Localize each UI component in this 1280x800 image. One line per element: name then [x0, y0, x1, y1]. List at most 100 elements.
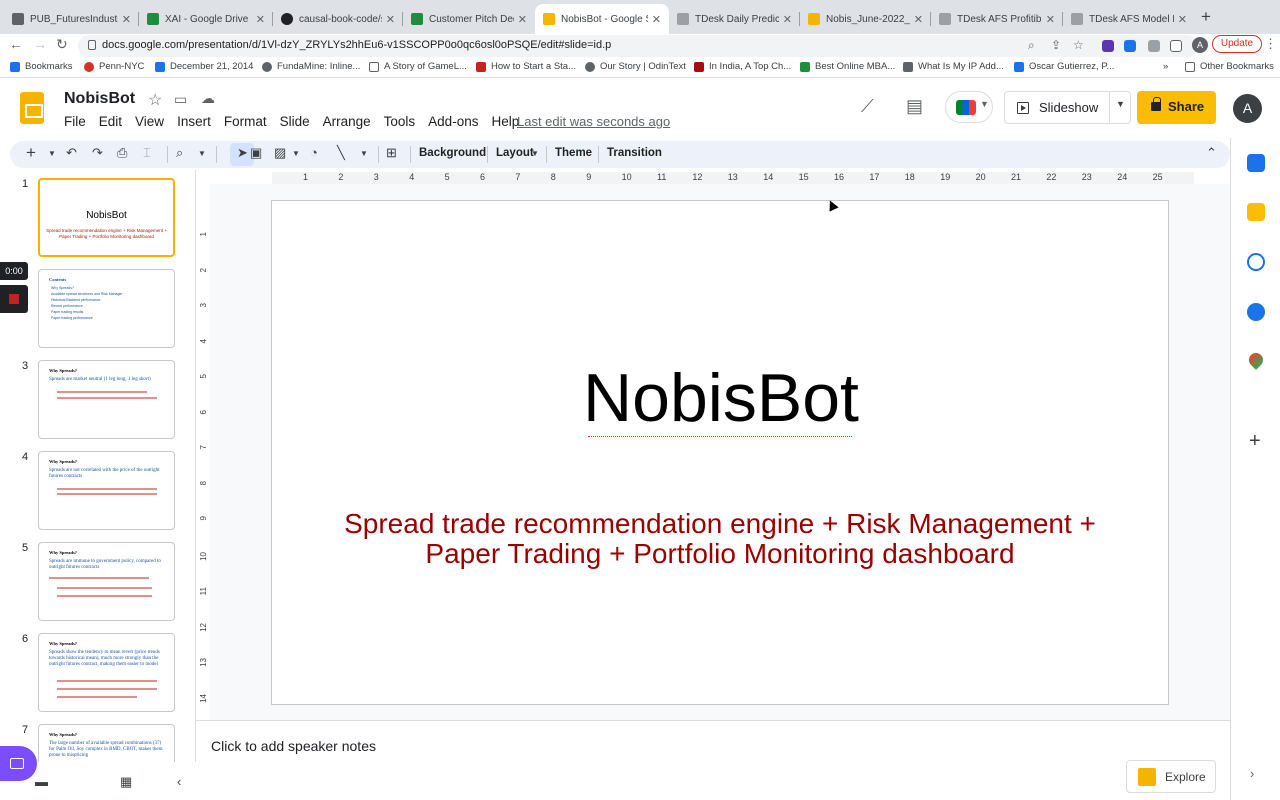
sidebar-icon[interactable] — [1170, 40, 1182, 52]
redo-icon[interactable]: ↷ — [92, 145, 103, 161]
chevron-down-icon[interactable]: ▼ — [48, 149, 56, 158]
last-edit-link[interactable]: Last edit was seconds ago — [517, 114, 670, 129]
chevron-down-icon[interactable]: ▼ — [292, 149, 300, 158]
browser-tab[interactable]: TDesk Daily Predictio✕ — [669, 4, 800, 34]
browser-tab[interactable]: PUB_FuturesIndustry ✕ — [4, 4, 139, 34]
close-tab-icon[interactable]: ✕ — [783, 13, 792, 26]
menu-addons[interactable]: Add-ons — [428, 114, 478, 129]
close-tab-icon[interactable]: ✕ — [1178, 13, 1187, 26]
slide-editor[interactable]: NobisBot Spread trade recommendation eng… — [271, 200, 1169, 705]
close-tab-icon[interactable]: ✕ — [518, 13, 527, 26]
document-title[interactable]: NobisBot — [64, 90, 135, 108]
background-button[interactable]: Background — [419, 147, 486, 159]
browser-tab[interactable]: Nobis_June-2022_P ✕ — [800, 4, 931, 34]
hide-side-panel-icon[interactable]: › — [1250, 766, 1254, 781]
other-bookmarks[interactable]: Other Bookmarks — [1185, 61, 1274, 72]
bookmark-item[interactable]: How to Start a Sta... — [476, 61, 576, 72]
slide-thumbnail[interactable]: NobisBot Spread trade recommendation eng… — [38, 178, 175, 257]
bookmark-item[interactable]: Best Online MBA... — [800, 61, 895, 72]
text-box-icon[interactable]: ▣ — [250, 145, 262, 161]
slide-thumbnail[interactable]: Why Spreads? Spreads are not correlated … — [38, 451, 175, 530]
slide-thumbnail[interactable]: Contents Why Spreads? Available spread s… — [38, 269, 175, 348]
chevron-down-icon[interactable]: ▼ — [531, 149, 539, 158]
undo-icon[interactable]: ↶ — [66, 145, 77, 161]
cloud-status-icon[interactable]: ☁ — [201, 90, 215, 107]
print-icon[interactable]: ⎙ — [117, 145, 127, 161]
browser-tab[interactable]: TDesk AFS Model Ex✕ — [1063, 4, 1195, 34]
close-tab-icon[interactable]: ✕ — [1046, 13, 1055, 26]
menu-arrange[interactable]: Arrange — [323, 114, 371, 129]
browser-tab[interactable]: XAI - Google Drive ✕ — [139, 4, 273, 34]
url-text[interactable]: docs.google.com/presentation/d/1Vl-dzY_Z… — [102, 39, 611, 51]
calendar-icon[interactable] — [1247, 154, 1265, 172]
close-tab-icon[interactable]: ✕ — [914, 13, 923, 26]
forward-icon[interactable]: → — [33, 36, 47, 52]
chevron-down-icon[interactable]: ▼ — [360, 149, 368, 158]
menu-help[interactable]: Help — [491, 114, 519, 129]
bookmark-item[interactable]: Oscar Gutierrez, P... — [1014, 61, 1114, 72]
slide-title[interactable]: NobisBot — [272, 359, 1170, 437]
slideshow-dropdown-icon[interactable]: ▼ — [1116, 99, 1125, 109]
contacts-icon[interactable] — [1247, 303, 1265, 321]
extension-icon[interactable] — [1102, 40, 1114, 52]
menu-slide[interactable]: Slide — [280, 114, 310, 129]
speaker-notes-placeholder[interactable]: Click to add speaker notes — [211, 738, 376, 754]
activity-trend-icon[interactable]: ⟋ — [861, 96, 874, 117]
close-tab-icon[interactable]: ✕ — [652, 13, 661, 26]
avatar[interactable]: A — [1233, 94, 1262, 123]
back-icon[interactable]: ← — [9, 36, 23, 52]
line-icon[interactable]: ╲ — [337, 145, 345, 161]
move-folder-icon[interactable]: ▭ — [174, 91, 187, 108]
extensions-puzzle-icon[interactable] — [1148, 40, 1160, 52]
tasks-icon[interactable] — [1247, 253, 1265, 271]
chevron-down-icon[interactable]: ▼ — [198, 149, 206, 158]
image-icon[interactable]: ▨ — [274, 145, 286, 161]
slide-thumbnail[interactable]: Why Spreads? Spreads are immune to gover… — [38, 542, 175, 621]
close-tab-icon[interactable]: ✕ — [386, 13, 395, 26]
zoom-icon[interactable]: ⌕ — [176, 145, 183, 161]
translate-extension-icon[interactable] — [1124, 40, 1136, 52]
share-button[interactable]: Share — [1137, 91, 1216, 124]
explore-button[interactable]: Explore — [1126, 760, 1216, 793]
close-tab-icon[interactable]: ✕ — [256, 13, 265, 26]
add-comment-icon[interactable]: ⊞ — [386, 145, 397, 161]
slide-thumbnail[interactable]: Why Spreads? Spreads show the tendency t… — [38, 633, 175, 712]
bookmark-item[interactable]: In India, A Top Ch... — [694, 61, 791, 72]
bookmark-item[interactable]: Penn-NYC — [84, 61, 144, 72]
transition-button[interactable]: Transition — [607, 147, 662, 159]
collapse-toolbar-icon[interactable]: ⌃ — [1206, 145, 1217, 161]
browser-menu-icon[interactable]: ⋮ — [1264, 36, 1277, 52]
menu-insert[interactable]: Insert — [177, 114, 211, 129]
bookmark-item[interactable]: December 21, 2014 — [155, 61, 253, 72]
meet-button[interactable]: ▼ — [945, 91, 993, 123]
bookmark-item[interactable]: Bookmarks — [10, 61, 73, 72]
get-addons-icon[interactable]: + — [1249, 430, 1261, 453]
profile-avatar[interactable]: A — [1192, 37, 1208, 53]
paint-format-icon[interactable]: ⌶ — [143, 145, 151, 161]
new-tab-icon[interactable]: + — [1201, 7, 1211, 27]
menu-edit[interactable]: Edit — [99, 114, 122, 129]
slideshow-button[interactable]: Slideshow ▼ — [1004, 91, 1131, 124]
browser-tab[interactable]: TDesk AFS Profitible ✕ — [931, 4, 1063, 34]
filmstrip-view-icon[interactable]: ▬ — [35, 774, 48, 789]
browser-tab-active[interactable]: NobisBot - Google Sl ✕ — [535, 4, 669, 34]
bookmark-item[interactable]: A Story of GameL... — [369, 61, 467, 72]
share-page-icon[interactable]: ⇪ — [1051, 38, 1061, 52]
slide-thumbnail[interactable]: Why Spreads? Spreads are market neutral … — [38, 360, 175, 439]
browser-tab[interactable]: causal-book-code/sr ✕ — [273, 4, 403, 34]
speaker-notes[interactable]: Click to add speaker notes — [196, 727, 1230, 800]
bookmark-item[interactable]: FundaMine: Inline... — [262, 61, 360, 72]
theme-button[interactable]: Theme — [555, 147, 592, 159]
comments-icon[interactable]: ▤ — [906, 96, 923, 117]
update-button[interactable]: Update — [1212, 35, 1262, 53]
menu-file[interactable]: File — [64, 114, 86, 129]
shape-icon[interactable]: ◔ — [310, 145, 318, 160]
slides-logo-icon[interactable] — [20, 92, 44, 124]
close-tab-icon[interactable]: ✕ — [122, 13, 131, 26]
collapse-filmstrip-icon[interactable]: ‹ — [177, 774, 181, 789]
keep-icon[interactable] — [1247, 203, 1265, 221]
bookmark-item[interactable]: What Is My IP Add... — [903, 61, 1004, 72]
bookmark-star-icon[interactable]: ☆ — [1073, 38, 1084, 52]
menu-tools[interactable]: Tools — [384, 114, 416, 129]
layout-button[interactable]: Layout — [496, 147, 534, 159]
